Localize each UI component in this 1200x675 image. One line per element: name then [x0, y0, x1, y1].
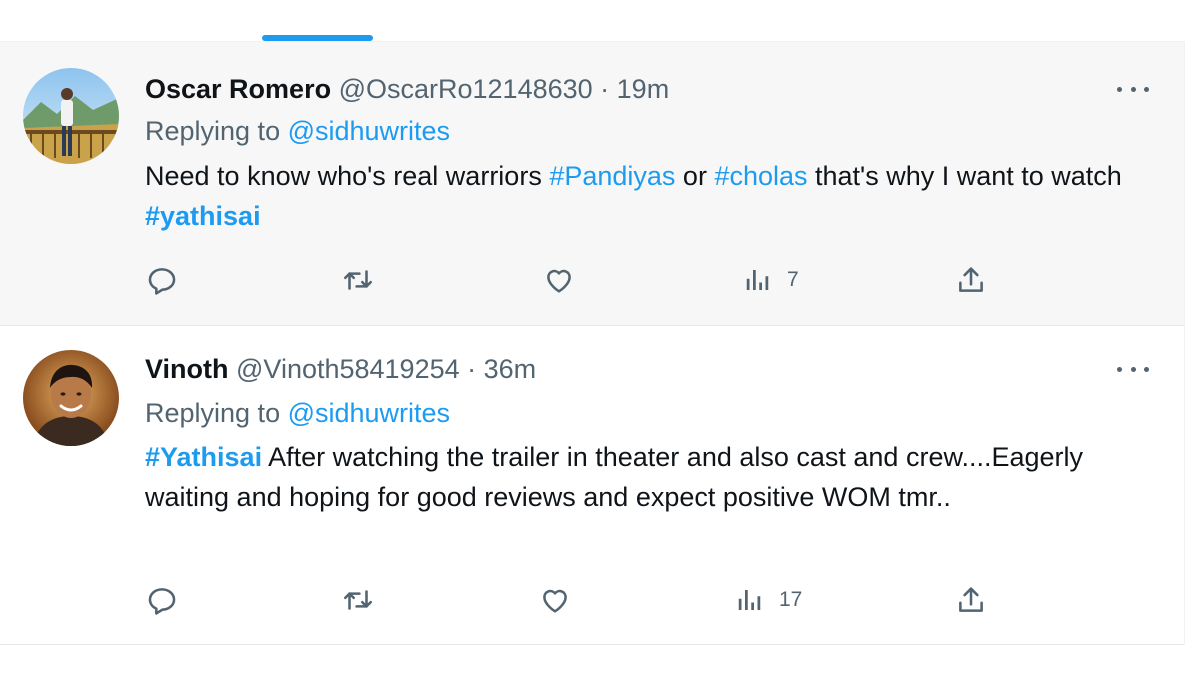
tweet[interactable]: Vinoth @Vinoth58419254 · 36m Replying to… — [0, 326, 1185, 645]
reply-button[interactable] — [145, 262, 179, 298]
text-segment: Need to know who's real warriors — [145, 161, 550, 191]
avatar[interactable] — [23, 350, 119, 446]
reply-icon — [148, 268, 176, 295]
hashtag-link[interactable]: #yathisai — [145, 201, 261, 231]
retweet-icon — [343, 270, 373, 290]
author-name[interactable]: Oscar Romero — [145, 74, 331, 104]
person-at-railing-photo — [23, 68, 119, 164]
like-button[interactable] — [542, 262, 576, 298]
timeline-border — [1184, 41, 1185, 645]
more-icon[interactable] — [1117, 359, 1149, 379]
text-segment: that's why I want to watch — [807, 161, 1122, 191]
replying-prefix: Replying to — [145, 398, 288, 428]
like-icon — [547, 269, 571, 293]
author-handle[interactable]: @OscarRo12148630 — [331, 74, 593, 104]
text-segment: After watching the trailer in theater an… — [145, 442, 1084, 512]
tweet-text: Need to know who's real warriors #Pandiy… — [145, 156, 1145, 236]
timestamp[interactable]: 19m — [617, 74, 670, 104]
share-icon — [959, 267, 983, 292]
smiling-man-portrait — [23, 350, 119, 446]
mention-link[interactable]: @sidhuwrites — [288, 398, 450, 428]
handle-text[interactable]: @OscarRo12148630 — [339, 74, 593, 104]
share-button[interactable] — [954, 582, 988, 618]
tweet-header: Vinoth @Vinoth58419254 · 36m — [145, 352, 536, 386]
text-segment: or — [675, 161, 715, 191]
reply-button[interactable] — [145, 582, 179, 618]
tweet[interactable]: Oscar Romero @OscarRo12148630 · 19m Repl… — [0, 42, 1185, 326]
tweet-header: Oscar Romero @OscarRo12148630 · 19m — [145, 72, 669, 106]
views-count: 17 — [779, 588, 803, 611]
views-icon — [738, 590, 761, 610]
hashtag-link[interactable]: #Pandiyas — [549, 161, 675, 191]
retweet-icon — [343, 590, 373, 610]
timestamp[interactable]: 36m — [484, 354, 537, 384]
like-button[interactable] — [538, 582, 572, 618]
separator: · — [459, 354, 484, 384]
hashtag-link[interactable]: #Yathisai — [145, 442, 262, 472]
views-button[interactable]: 17 — [735, 582, 802, 618]
author-handle[interactable]: @Vinoth58419254 — [229, 354, 460, 384]
more-icon[interactable] — [1117, 79, 1149, 99]
share-icon — [959, 587, 983, 612]
separator: · — [592, 74, 617, 104]
replying-to: Replying to @sidhuwrites — [145, 114, 450, 148]
views-icon — [746, 270, 769, 290]
reply-icon — [148, 588, 176, 615]
views-count: 7 — [787, 268, 799, 291]
retweet-button[interactable] — [340, 582, 376, 618]
handle-text[interactable]: @Vinoth58419254 — [236, 354, 460, 384]
like-icon — [543, 589, 567, 613]
author-name[interactable]: Vinoth — [145, 354, 229, 384]
mention-link[interactable]: @sidhuwrites — [288, 116, 450, 146]
replying-prefix: Replying to — [145, 116, 288, 146]
views-button[interactable]: 7 — [743, 262, 799, 298]
retweet-button[interactable] — [340, 262, 376, 298]
replying-to: Replying to @sidhuwrites — [145, 396, 450, 430]
avatar[interactable] — [23, 68, 119, 164]
hashtag-link[interactable]: #cholas — [714, 161, 807, 191]
tweet-text: #Yathisai After watching the trailer in … — [145, 437, 1125, 517]
share-button[interactable] — [954, 262, 988, 298]
